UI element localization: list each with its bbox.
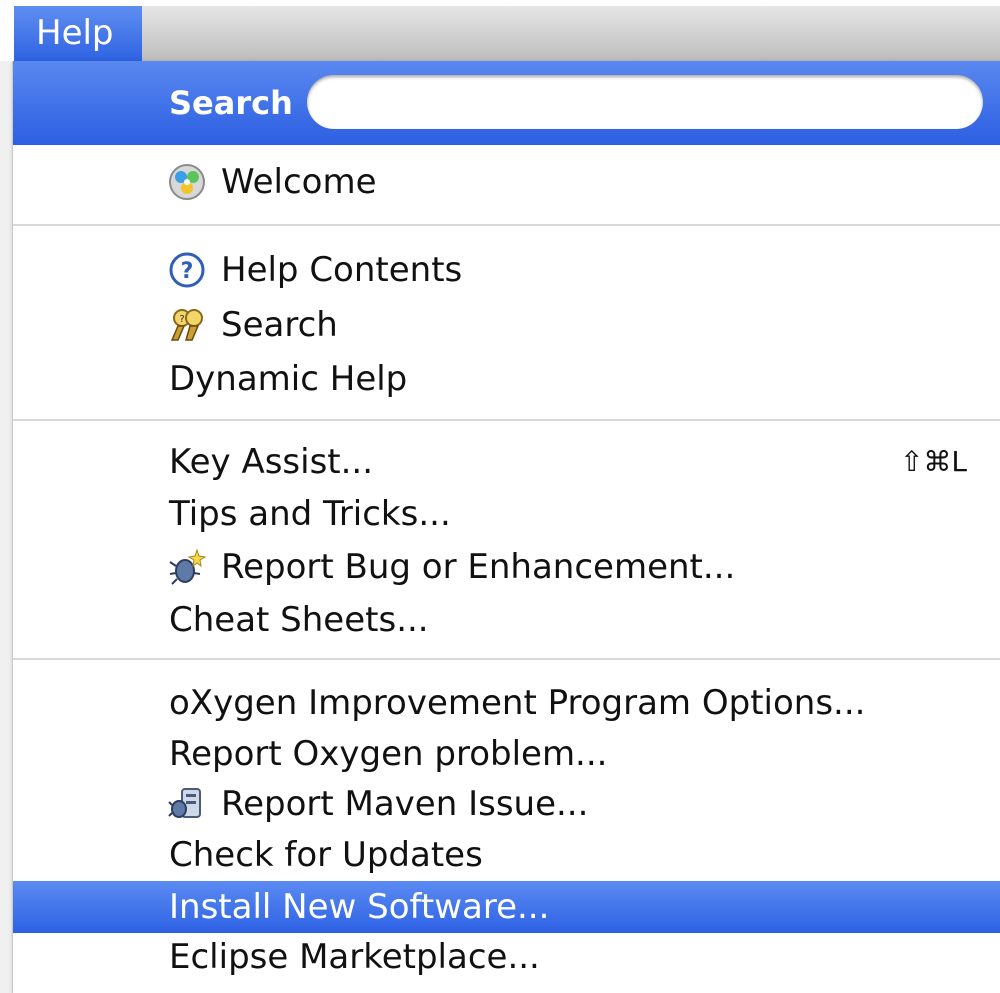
menu-item-label: Eclipse Marketplace... [169, 937, 540, 977]
menu-item-label: Cheat Sheets... [169, 600, 429, 640]
menu-separator [13, 658, 1000, 660]
menu-item-key-assist[interactable]: Key Assist... ⇧⌘L [13, 436, 1000, 488]
background-window-edge [0, 61, 12, 993]
menu-item-label: Check for Updates [169, 835, 483, 875]
menu-item-help-contents[interactable]: ? Help Contents [13, 244, 1000, 296]
menu-item-label: Dynamic Help [169, 359, 408, 399]
help-question-icon: ? [168, 251, 206, 289]
menu-item-label: Welcome [221, 162, 377, 202]
menu-item-install-new-software[interactable]: Install New Software... [13, 881, 1000, 933]
welcome-icon [168, 163, 206, 201]
maven-icon [168, 785, 206, 823]
svg-text:?: ? [179, 314, 184, 325]
menu-item-tips-and-tricks[interactable]: Tips and Tricks... [13, 488, 1000, 540]
menu-item-label: Help Contents [221, 250, 463, 290]
menu-item-report-oxygen-problem[interactable]: Report Oxygen problem... [13, 728, 1000, 780]
svg-text:?: ? [181, 259, 194, 284]
menu-item-label: Report Bug or Enhancement... [221, 547, 736, 587]
menu-item-dynamic-help[interactable]: Dynamic Help [13, 353, 1000, 405]
menu-item-label: Report Oxygen problem... [169, 734, 608, 774]
menubar: Help [14, 6, 1000, 62]
menu-item-label: oXygen Improvement Program Options... [169, 683, 866, 723]
menu-search-row: Search [13, 61, 1000, 145]
menu-item-label: Install New Software... [169, 887, 550, 927]
menu-item-eclipse-marketplace[interactable]: Eclipse Marketplace... [13, 931, 1000, 983]
menu-item-shortcut: ⇧⌘L [899, 445, 967, 478]
menu-separator [13, 419, 1000, 421]
help-menu-dropdown: Search Welcome ? Help Contents ? Search … [12, 61, 1000, 993]
search-binoculars-icon: ? [168, 306, 206, 344]
menu-item-check-for-updates[interactable]: Check for Updates [13, 829, 1000, 881]
menu-search-label: Search [169, 84, 293, 122]
menu-separator [13, 224, 1000, 226]
menu-item-report-bug[interactable]: Report Bug or Enhancement... [13, 541, 1000, 593]
bug-report-icon [168, 548, 207, 586]
menubar-help-menu[interactable]: Help [14, 6, 142, 61]
menu-item-label: Key Assist... [169, 442, 374, 482]
menu-search-input[interactable] [307, 75, 983, 129]
menu-item-oxygen-improvement[interactable]: oXygen Improvement Program Options... [13, 677, 1000, 729]
menu-item-label: Tips and Tricks... [169, 494, 451, 534]
menu-item-report-maven-issue[interactable]: Report Maven Issue... [13, 778, 1000, 830]
menu-item-cheat-sheets[interactable]: Cheat Sheets... [13, 594, 1000, 646]
menu-item-label: Report Maven Issue... [221, 784, 589, 824]
menu-item-search[interactable]: ? Search [13, 299, 1000, 351]
menu-item-label: Search [221, 305, 338, 345]
menu-item-welcome[interactable]: Welcome [13, 156, 1000, 208]
